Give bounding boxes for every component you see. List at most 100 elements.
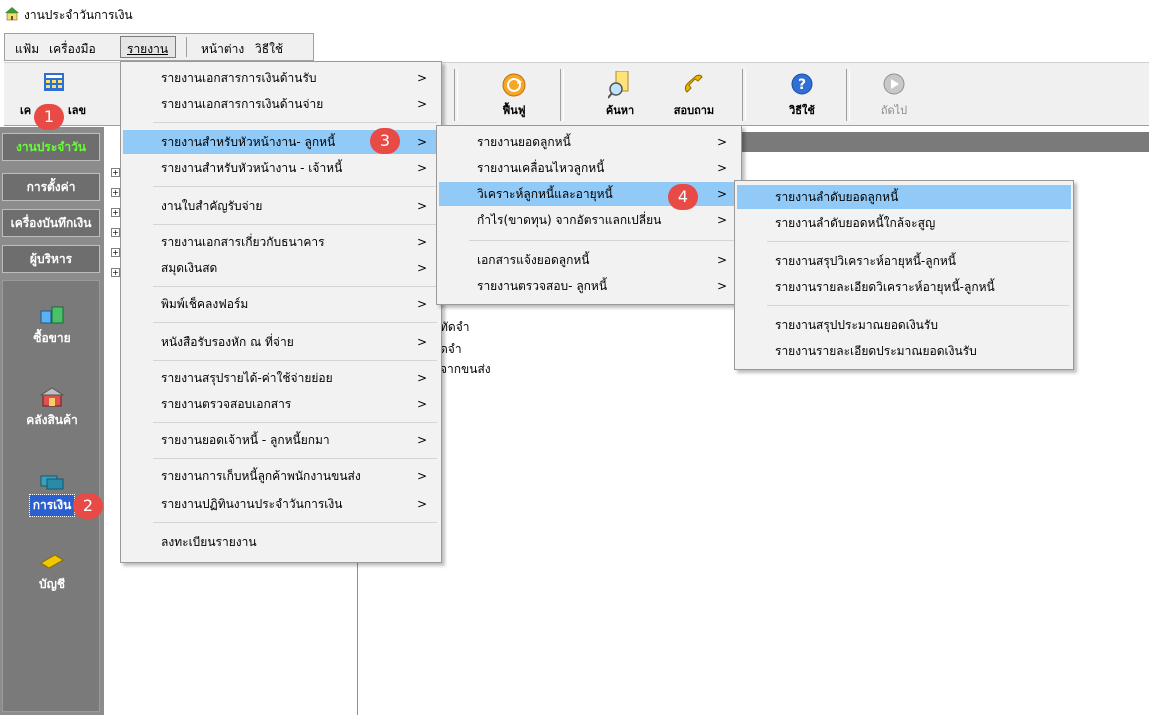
tree-expand-icon[interactable]: + <box>111 248 120 257</box>
menu-item-debtor-balance[interactable]: รายงานยอดลูกหนี้ > <box>439 130 739 154</box>
debtor-submenu: รายงานยอดลูกหนี้ > รายงานเคลื่อนไหวลูกหนี… <box>436 125 742 305</box>
calculator-label-end: เลข <box>68 104 87 117</box>
help-button[interactable]: ? วิธีใช้ <box>770 63 834 125</box>
submenu-arrow-icon: > <box>416 469 427 483</box>
search-button[interactable]: ค้นหา <box>588 63 652 125</box>
window-title: งานประจำวันการเงิน <box>24 8 133 22</box>
tree-expand-icon[interactable]: + <box>111 208 120 217</box>
sidebar-tab-cash-register[interactable]: เครื่องบันทึกเงิน <box>2 209 100 237</box>
help-icon: ? <box>791 73 813 95</box>
menu-separator <box>153 522 437 523</box>
step-badge-1: 1 <box>34 104 64 130</box>
submenu-arrow-icon: > <box>716 213 727 227</box>
tree-expand-icon[interactable]: + <box>111 228 120 237</box>
menu-tools[interactable]: เครื่องมือ <box>49 40 96 59</box>
menu-separator <box>153 458 437 459</box>
sidebar-tab-settings[interactable]: การตั้งค่า <box>2 173 100 201</box>
menu-item-bad-debt-ranking[interactable]: รายงานลำดับยอดหนี้ใกล้จะสูญ <box>737 211 1071 235</box>
submenu-arrow-icon: > <box>416 433 427 447</box>
menu-help[interactable]: วิธีใช้ <box>255 40 283 59</box>
menu-separator <box>153 186 437 187</box>
next-label: ถัดไป <box>880 104 908 117</box>
menu-item-finance-calendar[interactable]: รายงานปฏิทินงานประจำวันการเงิน > <box>123 492 439 516</box>
module-accounting[interactable]: บัญชี <box>3 551 101 594</box>
toolbar-separator <box>742 69 746 121</box>
calculator-label-start: เค <box>20 104 32 117</box>
submenu-arrow-icon: > <box>416 71 427 85</box>
content-text: ทัดจำ <box>440 320 470 334</box>
left-sidebar: งานประจำวัน การตั้งค่า เครื่องบันทึกเงิน… <box>0 127 104 715</box>
menu-item-register-reports[interactable]: ลงทะเบียนรายงาน <box>123 530 439 554</box>
menu-separator <box>767 241 1069 242</box>
submenu-arrow-icon: > <box>716 161 727 175</box>
refresh-label: ฟื้นฟู <box>502 104 526 117</box>
menu-item-document-audit[interactable]: รายงานตรวจสอบเอกสาร > <box>123 392 439 416</box>
module-trade-label: ซื้อขาย <box>33 331 71 345</box>
submenu-arrow-icon: > <box>416 97 427 111</box>
sidebar-tab-executive[interactable]: ผู้บริหาร <box>2 245 100 273</box>
step-badge-2: 2 <box>73 493 103 519</box>
menu-item-debtor-audit[interactable]: รายงานตรวจสอบ- ลูกหนี้ > <box>439 274 739 298</box>
refresh-button[interactable]: ฟื้นฟู <box>482 63 546 125</box>
menu-file[interactable]: แฟ้ม <box>15 40 39 59</box>
next-button[interactable]: ถัดไป <box>862 63 926 125</box>
module-finance-label: การเงิน <box>28 494 76 517</box>
menu-separator <box>153 422 437 423</box>
menu-item-print-cheque[interactable]: พิมพ์เช็คลงฟอร์ม > <box>123 292 439 316</box>
menu-item-bank-documents[interactable]: รายงานเอกสารเกี่ยวกับธนาคาร > <box>123 230 439 254</box>
menu-item-income-expense[interactable]: รายงานสรุปรายได้-ค่าใช้จ่ายย่อย > <box>123 366 439 390</box>
tree-expand-icon[interactable]: + <box>111 168 120 177</box>
warehouse-icon <box>39 387 65 407</box>
submenu-arrow-icon: > <box>416 161 427 175</box>
aging-analysis-submenu: รายงานลำดับยอดลูกหนี้ รายงานลำดับยอดหนี้… <box>734 180 1074 370</box>
ledger-icon <box>40 554 64 569</box>
submenu-arrow-icon: > <box>416 371 427 385</box>
menu-item-debtor-ranking[interactable]: รายงานลำดับยอดลูกหนี้ <box>737 185 1071 209</box>
menu-item-debtor-movement[interactable]: รายงานเคลื่อนไหวลูกหนี้ > <box>439 156 739 180</box>
menu-item-aging-summary[interactable]: รายงานสรุปวิเคราะห์อายุหนี้-ลูกหนี้ <box>737 249 1071 273</box>
module-inventory[interactable]: คลังสินค้า <box>3 387 101 430</box>
menu-item-delivery-collection[interactable]: รายงานการเก็บหนี้ลูกค้าพนักงานขนส่ง > <box>123 464 439 488</box>
sidebar-tab-daily-work[interactable]: งานประจำวัน <box>2 133 100 161</box>
calculator-icon <box>44 73 64 91</box>
menu-item-aging-detail[interactable]: รายงานรายละเอียดวิเคราะห์อายุหนี้-ลูกหนี… <box>737 275 1071 299</box>
module-trade[interactable]: ซื้อขาย <box>3 305 101 348</box>
inquiry-button[interactable]: สอบถาม <box>662 63 726 125</box>
module-accounting-label: บัญชี <box>39 577 65 591</box>
submenu-arrow-icon: > <box>716 187 727 201</box>
menu-separator <box>153 322 437 323</box>
submenu-arrow-icon: > <box>416 497 427 511</box>
svg-text:?: ? <box>798 77 806 93</box>
menu-item-withholding-tax[interactable]: หนังสือรับรองหัก ณ ที่จ่าย > <box>123 330 439 354</box>
toolbar-separator <box>846 69 850 121</box>
submenu-arrow-icon: > <box>416 297 427 311</box>
money-icon <box>40 475 64 490</box>
menu-separator <box>153 224 437 225</box>
menu-item-cash-book[interactable]: สมุดเงินสด > <box>123 256 439 280</box>
menu-separator <box>469 240 737 241</box>
inquiry-label: สอบถาม <box>673 104 715 117</box>
menu-item-debtor-statement[interactable]: เอกสารแจ้งยอดลูกหนี้ > <box>439 248 739 272</box>
tree-expand-icon[interactable]: + <box>111 268 120 277</box>
menu-separator <box>186 37 187 57</box>
tree-expand-icon[interactable]: + <box>111 188 120 197</box>
menu-item-fx-gain-loss[interactable]: กำไร(ขาดทุน) จากอัตราแลกเปลี่ยน > <box>439 208 739 232</box>
menu-item-receipt-forecast-summary[interactable]: รายงานสรุปประมาณยอดเงินรับ <box>737 313 1071 337</box>
menu-item-receipt-forecast-detail[interactable]: รายงานรายละเอียดประมาณยอดเงินรับ <box>737 339 1071 363</box>
menu-item-opening-balances[interactable]: รายงานยอดเจ้าหนี้ - ลูกหนี้ยกมา > <box>123 428 439 452</box>
menu-separator <box>153 122 437 123</box>
step-badge-3: 3 <box>370 128 400 154</box>
menu-item-finance-payments[interactable]: รายงานเอกสารการเงินด้านจ่าย > <box>123 92 439 116</box>
menu-item-vouchers[interactable]: งานใบสำคัญรับจ่าย > <box>123 194 439 218</box>
menu-item-finance-receipts[interactable]: รายงานเอกสารการเงินด้านรับ > <box>123 66 439 90</box>
search-label: ค้นหา <box>605 104 635 117</box>
step-badge-4: 4 <box>668 184 698 210</box>
menu-window[interactable]: หน้าต่าง <box>201 40 244 59</box>
refresh-icon <box>502 73 526 97</box>
menu-report[interactable]: รายงาน <box>120 36 176 58</box>
trade-icon <box>40 306 64 324</box>
toolbar-separator <box>454 69 458 121</box>
submenu-arrow-icon: > <box>716 279 727 293</box>
phone-icon <box>684 74 703 93</box>
menu-item-supervisor-creditors[interactable]: รายงานสำหรับหัวหน้างาน - เจ้าหนี้ > <box>123 156 439 180</box>
